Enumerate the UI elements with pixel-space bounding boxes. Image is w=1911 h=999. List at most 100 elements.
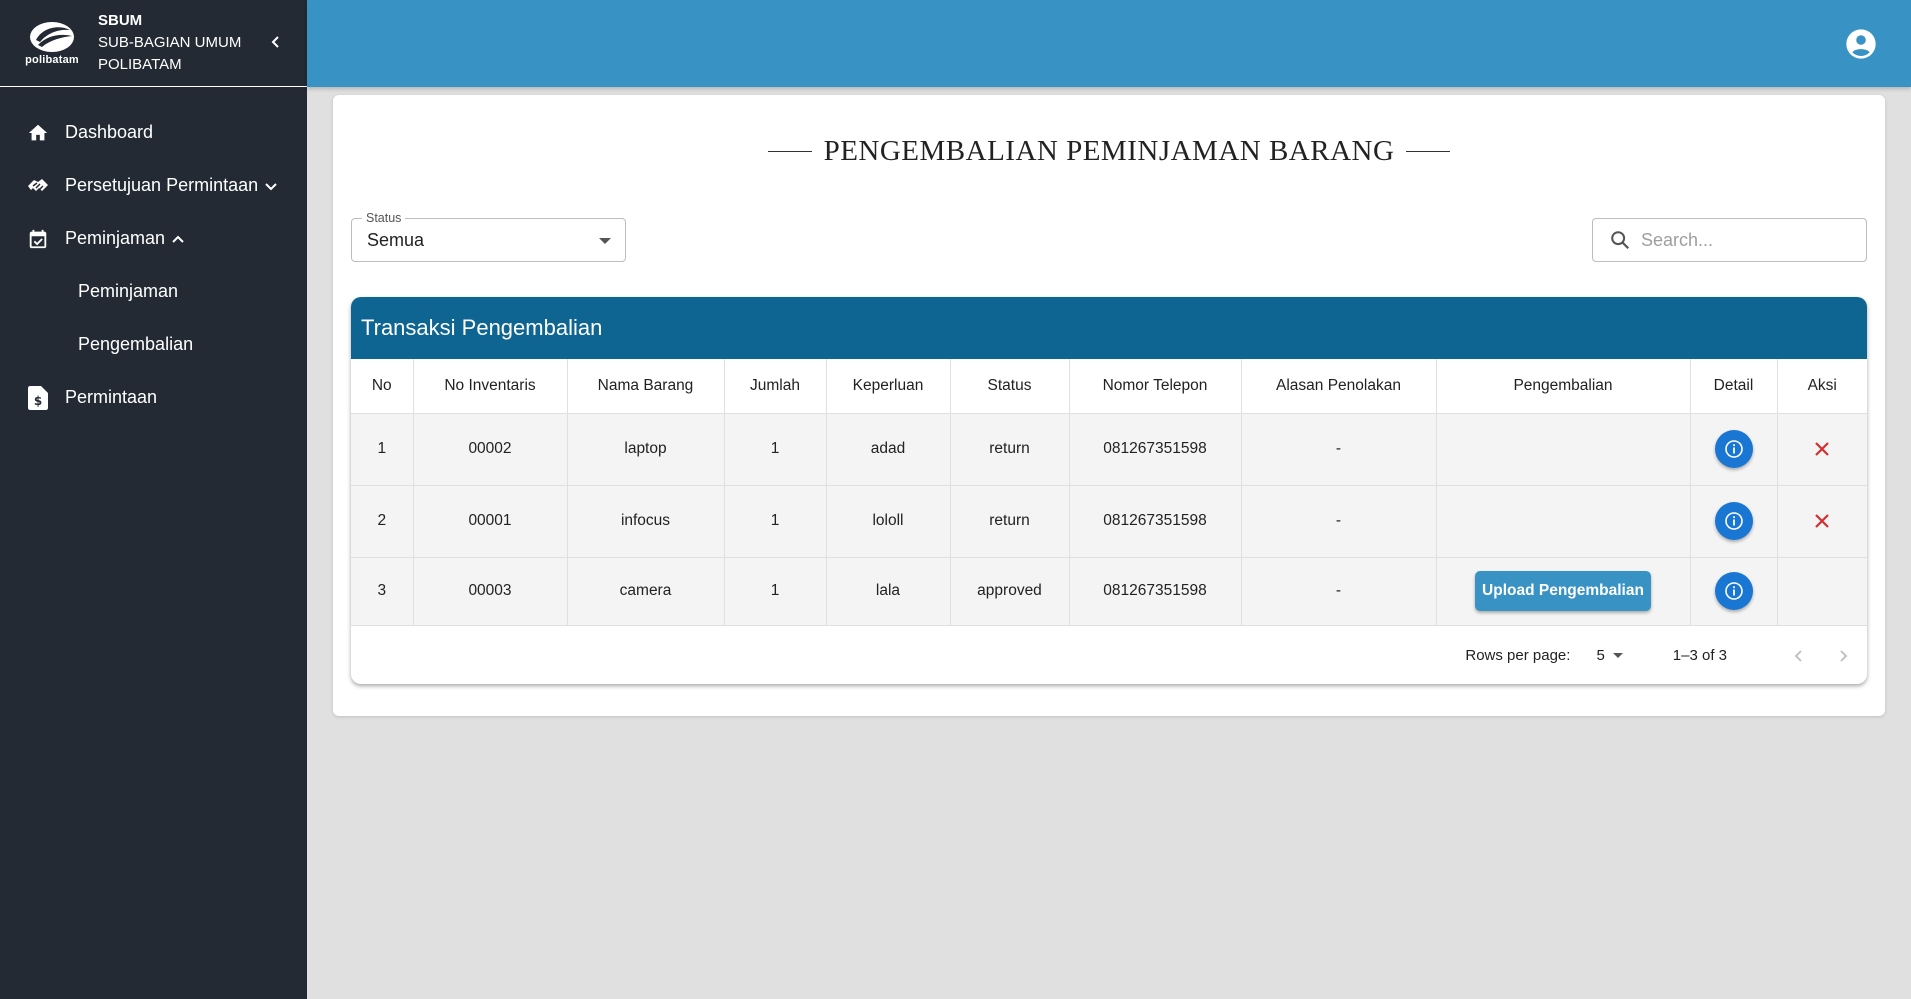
cell-nama-barang: laptop bbox=[567, 413, 725, 486]
page-title-text: PENGEMBALIAN PEMINJAMAN BARANG bbox=[823, 135, 1395, 167]
table-pagination: Rows per page: 5 1–3 of 3 bbox=[351, 626, 1867, 685]
cell-keperluan: lala bbox=[826, 557, 951, 626]
svg-text:$: $ bbox=[34, 394, 42, 408]
cell-keperluan: adad bbox=[826, 413, 951, 486]
dropdown-arrow-icon bbox=[599, 238, 611, 244]
cell-aksi bbox=[1777, 485, 1867, 558]
cell-no: 1 bbox=[351, 413, 414, 486]
previous-page-button[interactable] bbox=[1789, 646, 1809, 666]
status-select[interactable]: Status Semua bbox=[351, 211, 626, 262]
col-header-jumlah: Jumlah bbox=[724, 359, 827, 414]
cell-jumlah: 1 bbox=[724, 485, 827, 558]
chevron-up-icon bbox=[171, 230, 189, 248]
page-title: PENGEMBALIAN PEMINJAMAN BARANG bbox=[333, 135, 1885, 168]
info-icon bbox=[1724, 582, 1743, 600]
sidebar-item-permintaan[interactable]: $ Permintaan bbox=[0, 371, 307, 424]
sidebar-item-label: Persetujuan Permintaan bbox=[65, 175, 259, 195]
search-icon bbox=[1611, 231, 1630, 250]
home-icon bbox=[26, 121, 50, 145]
sidebar-subitem-pengembalian[interactable]: Pengembalian bbox=[0, 318, 307, 371]
cell-keperluan: lololl bbox=[826, 485, 951, 558]
transactions-table-card: Transaksi Pengembalian No No Inventaris … bbox=[351, 297, 1867, 684]
close-icon bbox=[1815, 513, 1830, 528]
col-header-aksi: Aksi bbox=[1777, 359, 1867, 414]
col-header-no: No bbox=[351, 359, 414, 414]
chevron-left-icon bbox=[1794, 649, 1802, 662]
close-icon bbox=[1815, 441, 1830, 456]
cell-aksi bbox=[1777, 557, 1867, 626]
info-icon bbox=[1724, 440, 1743, 458]
cell-pengembalian bbox=[1436, 413, 1691, 486]
brand-line-2: SUB-BAGIAN UMUM bbox=[98, 34, 242, 51]
rows-per-page-select[interactable]: 5 bbox=[1596, 647, 1623, 664]
brand-line-3: POLIBATAM bbox=[98, 56, 182, 73]
cell-pengembalian bbox=[1436, 485, 1691, 558]
col-header-no-inventaris: No Inventaris bbox=[413, 359, 568, 414]
sidebar-item-label: Dashboard bbox=[65, 122, 154, 142]
cell-aksi bbox=[1777, 413, 1867, 486]
polibatam-logo[interactable]: polibatam bbox=[22, 20, 82, 66]
col-header-nomor-telepon: Nomor Telepon bbox=[1069, 359, 1242, 414]
logo-text: polibatam bbox=[25, 54, 79, 66]
table-row: 2 00001 infocus 1 lololl return 08126735… bbox=[351, 485, 1867, 558]
detail-button[interactable] bbox=[1714, 430, 1753, 468]
sidebar-nav: Dashboard Persetujuan Permintaan Peminja… bbox=[0, 87, 307, 424]
delete-button[interactable] bbox=[1810, 437, 1834, 461]
cell-no: 2 bbox=[351, 485, 414, 558]
info-icon bbox=[1724, 512, 1743, 530]
sidebar-item-label: Peminjaman bbox=[65, 228, 166, 248]
delete-button[interactable] bbox=[1810, 509, 1834, 533]
status-select-value: Semua bbox=[367, 230, 425, 250]
detail-button[interactable] bbox=[1714, 502, 1753, 540]
cell-detail bbox=[1690, 413, 1778, 486]
cell-no-inventaris: 00001 bbox=[413, 485, 568, 558]
cell-no: 3 bbox=[351, 557, 414, 626]
cell-nomor-telepon: 081267351598 bbox=[1069, 413, 1242, 486]
cell-alasan-penolakan: - bbox=[1241, 557, 1437, 626]
cell-nama-barang: infocus bbox=[567, 485, 725, 558]
cell-alasan-penolakan: - bbox=[1241, 413, 1437, 486]
search-input[interactable] bbox=[1641, 229, 1841, 251]
sidebar: polibatam SBUM SUB-BAGIAN UMUM POLIBATAM… bbox=[0, 0, 307, 999]
cell-jumlah: 1 bbox=[724, 557, 827, 626]
title-decor-line-right bbox=[1406, 151, 1451, 152]
table-row: 1 00002 laptop 1 adad return 08126735159… bbox=[351, 413, 1867, 486]
table-header-row: No No Inventaris Nama Barang Jumlah Kepe… bbox=[351, 359, 1867, 414]
col-header-alasan-penolakan: Alasan Penolakan bbox=[1241, 359, 1437, 414]
cell-status: return bbox=[950, 413, 1070, 486]
table-row: 3 00003 camera 1 lala approved 081267351… bbox=[351, 557, 1867, 626]
main-card: PENGEMBALIAN PEMINJAMAN BARANG Status Se… bbox=[333, 95, 1885, 716]
upload-pengembalian-button[interactable]: Upload Pengembalian bbox=[1475, 571, 1651, 611]
rows-per-page-value: 5 bbox=[1596, 647, 1605, 664]
cell-status: return bbox=[950, 485, 1070, 558]
chevron-down-icon bbox=[264, 177, 282, 195]
dropdown-arrow-icon bbox=[1612, 653, 1623, 658]
table-title: Transaksi Pengembalian bbox=[351, 297, 1867, 359]
brand-header: polibatam SBUM SUB-BAGIAN UMUM POLIBATAM bbox=[0, 0, 307, 87]
cell-nama-barang: camera bbox=[567, 557, 725, 626]
sidebar-item-dashboard[interactable]: Dashboard bbox=[0, 106, 307, 159]
col-header-nama-barang: Nama Barang bbox=[567, 359, 725, 414]
collapse-sidebar-button[interactable] bbox=[264, 30, 288, 54]
cell-no-inventaris: 00003 bbox=[413, 557, 568, 626]
cell-nomor-telepon: 081267351598 bbox=[1069, 557, 1242, 626]
sidebar-subitem-peminjaman[interactable]: Peminjaman bbox=[0, 265, 307, 318]
brand-line-1: SBUM bbox=[98, 12, 143, 29]
sidebar-subitem-label: Peminjaman bbox=[78, 281, 179, 301]
account-circle-icon bbox=[1846, 29, 1876, 59]
cell-detail bbox=[1690, 557, 1778, 626]
account-button[interactable] bbox=[1845, 28, 1877, 60]
search-box bbox=[1592, 218, 1867, 262]
sidebar-item-persetujuan-permintaan[interactable]: Persetujuan Permintaan bbox=[0, 159, 307, 212]
chevron-right-icon bbox=[1840, 649, 1848, 662]
calendar-check-icon bbox=[26, 227, 50, 251]
next-page-button[interactable] bbox=[1833, 646, 1853, 666]
sidebar-item-label: Permintaan bbox=[65, 387, 158, 407]
sidebar-item-peminjaman[interactable]: Peminjaman bbox=[0, 212, 307, 265]
cell-alasan-penolakan: - bbox=[1241, 485, 1437, 558]
rows-per-page-label: Rows per page: bbox=[1465, 647, 1571, 664]
cell-nomor-telepon: 081267351598 bbox=[1069, 485, 1242, 558]
pagination-range: 1–3 of 3 bbox=[1672, 647, 1727, 664]
detail-button[interactable] bbox=[1714, 572, 1753, 610]
cell-status: approved bbox=[950, 557, 1070, 626]
